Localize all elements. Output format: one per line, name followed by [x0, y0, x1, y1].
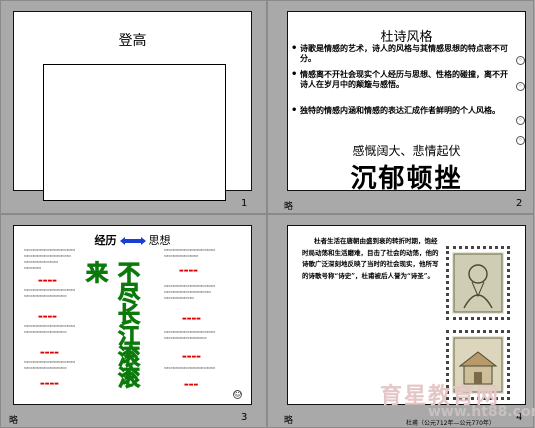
- transition-icon-4[interactable]: 略: [284, 413, 293, 426]
- slide-number-1: 1: [241, 198, 248, 209]
- slide-3-right-text-1: ▭▭▭▭▭▭▭▭▭▭▭▭ ▭▭▭▭▭▭▭▭: [164, 248, 216, 259]
- transition-icon-2[interactable]: 略: [284, 199, 293, 212]
- slide-3-red-label-2: ▬▬▬▬: [38, 314, 57, 320]
- slide-3-vertical-text: 不尽长江滚滚来: [82, 261, 140, 388]
- slide-3-head-right: 思想: [148, 234, 171, 247]
- slide-1-image-placeholder: [43, 64, 226, 201]
- slide-4-body-text: 杜者生活在唐朝由盛到衰的转折时期，饱经时局动荡和生活磨难，目击了社会的动荡，他的…: [302, 237, 439, 280]
- sound-icon: ◦: [516, 56, 525, 65]
- slide-3-left-text-2: ▭▭▭▭▭▭▭▭▭▭▭▭ ▭▭▭▭▭▭▭▭▭▭: [24, 288, 76, 299]
- sound-icon: ◦: [516, 116, 525, 125]
- slide-cell-1[interactable]: 登高 1: [0, 0, 267, 214]
- slide-3-right-red-4: ▬▬▬: [184, 382, 199, 388]
- slide-3-right-text-2: ▭▭▭▭▭▭▭▭▭▭▭▭ ▭▭▭▭▭▭▭▭▭▭▭ ▭▭▭▭▭▭▭: [164, 284, 216, 301]
- slide-2-big-text: 沉郁顿挫: [350, 164, 463, 194]
- slide-3-right-text-4: ▭▭▭▭▭▭▭▭▭▭▭▭: [164, 366, 216, 371]
- slide-2-bullet-3: • 独特的情感内涵和情感的表达汇成作者鲜明的个人风格。: [291, 105, 500, 116]
- slide-3-left-text-3: ▭▭▭▭▭▭▭▭▭▭▭▭ ▭▭▭▭▭▭▭▭▭▭: [24, 324, 76, 335]
- slide-thumbnail-1[interactable]: 登高: [13, 11, 252, 201]
- slide-thumbnail-3[interactable]: 经历 思想 ▭▭▭▭▭▭▭▭▭▭▭▭ ▭▭▭▭▭▭▭▭▭▭▭ ▭▭▭▭▭▭▭▭ ▭▭▭▭…: [13, 225, 252, 405]
- slide-1-title: 登高: [118, 33, 147, 49]
- transition-icon-3[interactable]: 略: [9, 413, 18, 426]
- portrait-icon: [453, 253, 503, 313]
- slide-3-red-label-1: ▬▬▬▬: [38, 278, 57, 284]
- slide-3-right-text-3: ▭▭▭▭▭▭▭▭▭▭▭▭ ▭▭▭▭▭▭▭▭▭▭: [164, 330, 216, 341]
- slide-thumbnail-2[interactable]: 杜诗风格 • 诗歌是情感的艺术，诗人的风格与其情感思想的特点密不可分。 • 情感离不…: [287, 11, 526, 194]
- sound-icon: ◦: [516, 82, 525, 91]
- slide-cell-3[interactable]: 经历 思想 ▭▭▭▭▭▭▭▭▭▭▭▭ ▭▭▭▭▭▭▭▭▭▭▭ ▭▭▭▭▭▭▭▭ ▭▭▭▭…: [0, 214, 267, 428]
- double-arrow-icon: [119, 237, 146, 245]
- slide-3-right-red-2: ▬▬▬▬: [182, 316, 201, 322]
- slide-cell-2[interactable]: 杜诗风格 • 诗歌是情感的艺术，诗人的风格与其情感思想的特点密不可分。 • 情感离不…: [267, 0, 534, 214]
- slide-3-left-text-4: ▭▭▭▭▭▭▭▭▭▭▭▭ ▭▭▭▭▭▭▭▭▭▭: [24, 360, 76, 371]
- slide-3-red-label-4: ▬▬▬▬: [40, 381, 59, 387]
- slide-2-title: 杜诗风格: [380, 30, 433, 45]
- stamp-image-portrait: [446, 246, 510, 320]
- slide-3-right-red-1: ▬▬▬▬: [179, 268, 198, 274]
- slide-2-bullet-1: • 诗歌是情感的艺术，诗人的风格与其情感思想的特点密不可分。: [291, 43, 508, 64]
- slide-sorter-grid: 登高 1 杜诗风格 • 诗歌是情感的艺术，诗人的风格与其情感思想的特点密不可分。 …: [0, 0, 535, 428]
- slide-2-bullet-2: • 情感离不开社会现实个人经历与思想、性格的碰撞，离不开诗人在岁月中的颠簸与感悟。: [291, 69, 508, 90]
- slide-2-subtitle: 感慨阔大、悲情起伏: [352, 144, 461, 158]
- watermark-url: www.ht88.com: [428, 404, 535, 420]
- smiley-icon: ☺: [233, 390, 242, 399]
- slide-3-right-red-3: ▬▬▬▬: [182, 354, 201, 360]
- slide-number-2: 2: [516, 198, 523, 209]
- slide-3-head-left: 经历: [94, 234, 117, 247]
- slide-3-header: 经历 思想: [14, 232, 251, 248]
- slide-3-red-label-3: ▬▬▬▬: [40, 350, 59, 356]
- slide-number-3: 3: [241, 412, 248, 423]
- sound-icon: ◦: [516, 136, 525, 145]
